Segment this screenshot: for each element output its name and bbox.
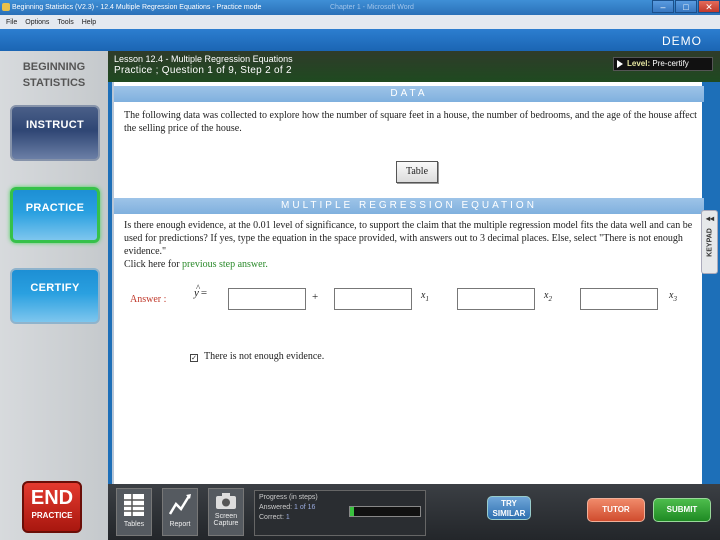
progress-bar-fill bbox=[350, 507, 355, 516]
x3-label: x3 bbox=[669, 290, 677, 303]
progress-title: Progress (in steps) bbox=[259, 494, 318, 501]
menu-bar: File Options Tools Help bbox=[0, 15, 720, 29]
end-practice-button[interactable]: END PRACTICE bbox=[22, 481, 82, 533]
answered-value: 1 of 16 bbox=[294, 504, 316, 511]
screen-label-1: Screen bbox=[214, 513, 238, 520]
brand-logo: BEGINNING STATISTICS bbox=[0, 59, 108, 91]
camera-icon bbox=[216, 493, 236, 509]
trend-chart-icon bbox=[168, 494, 191, 515]
mode-label: DEMO bbox=[662, 34, 702, 48]
equation-section-header: MULTIPLE REGRESSION EQUATION bbox=[114, 198, 704, 214]
not-enough-evidence-label: There is not enough evidence. bbox=[204, 351, 325, 362]
intercept-input[interactable] bbox=[228, 288, 306, 310]
try-label: TRY bbox=[501, 499, 517, 508]
coef-x1-input[interactable] bbox=[334, 288, 412, 310]
menu-options[interactable]: Options bbox=[25, 19, 49, 26]
practice-button[interactable]: PRACTICE bbox=[10, 187, 100, 243]
content-panel: DATA The following data was collected to… bbox=[112, 82, 704, 484]
mode-strip: DEMO bbox=[0, 29, 720, 51]
table-button[interactable]: Table bbox=[396, 161, 438, 183]
play-icon bbox=[617, 60, 623, 68]
try-similar-button[interactable]: TRY SIMILAR bbox=[487, 496, 531, 520]
maximize-button[interactable]: □ bbox=[675, 0, 697, 13]
end-label: END bbox=[30, 487, 74, 509]
lesson-header: Lesson 12.4 - Multiple Regression Equati… bbox=[108, 51, 720, 82]
screen-capture-tool-button[interactable]: Screen Capture bbox=[208, 488, 244, 536]
correct-label: Correct: bbox=[259, 514, 284, 521]
data-description: The following data was collected to expl… bbox=[124, 110, 697, 134]
lesson-progress: Practice ; Question 1 of 9, Step 2 of 2 bbox=[114, 65, 292, 76]
question-text: Is there enough evidence, at the 0.01 le… bbox=[124, 219, 702, 271]
progress-bar bbox=[349, 506, 421, 517]
not-enough-evidence-checkbox[interactable]: ✓ bbox=[190, 354, 198, 362]
not-enough-evidence-option[interactable]: ✓ There is not enough evidence. bbox=[190, 351, 324, 362]
answered-label: Answered: bbox=[259, 504, 293, 511]
brand-line2: STATISTICS bbox=[22, 77, 86, 89]
keypad-label: KEYPAD bbox=[706, 228, 714, 257]
plus-sign: + bbox=[312, 291, 319, 303]
answer-label: Answer : bbox=[130, 294, 167, 305]
window-titlebar: Beginning Statistics (V2.3) - 12.4 Multi… bbox=[0, 0, 720, 15]
end-sublabel: PRACTICE bbox=[31, 511, 73, 520]
similar-label: SIMILAR bbox=[492, 509, 526, 518]
click-prefix: Click here for bbox=[124, 259, 183, 270]
window-title: Beginning Statistics (V2.3) - 12.4 Multi… bbox=[12, 4, 262, 11]
table-grid-icon bbox=[124, 494, 144, 516]
question-body: Is there enough evidence, at the 0.01 le… bbox=[124, 220, 693, 257]
app-icon bbox=[2, 3, 10, 11]
ghost-window-title: Chapter 1 - Microsoft Word bbox=[330, 4, 414, 11]
equals-glyph: = bbox=[200, 287, 208, 299]
progress-panel: Progress (in steps) Answered: 1 of 16 Co… bbox=[254, 490, 426, 536]
certify-button[interactable]: CERTIFY bbox=[10, 268, 100, 324]
close-button[interactable]: ✕ bbox=[698, 0, 720, 13]
level-label: Level: bbox=[627, 59, 651, 68]
x2-label: x2 bbox=[544, 290, 552, 303]
screen-label-2: Capture bbox=[213, 520, 239, 527]
x1-label: x1 bbox=[421, 290, 429, 303]
level-indicator[interactable]: Level: Pre-certify bbox=[613, 57, 713, 71]
instruct-button[interactable]: INSTRUCT bbox=[10, 105, 100, 161]
coef-x2-input[interactable] bbox=[457, 288, 535, 310]
submit-button[interactable]: SUBMIT bbox=[653, 498, 711, 522]
yhat-symbol: ^ y = bbox=[194, 283, 208, 299]
lesson-title: Lesson 12.4 - Multiple Regression Equati… bbox=[114, 54, 293, 64]
level-value: Pre-certify bbox=[652, 59, 689, 68]
report-tool-button[interactable]: Report bbox=[162, 488, 198, 536]
menu-tools[interactable]: Tools bbox=[57, 19, 73, 26]
minimize-button[interactable]: – bbox=[652, 0, 674, 13]
tables-tool-button[interactable]: Tables bbox=[116, 488, 152, 536]
previous-step-link[interactable]: previous step answer. bbox=[182, 259, 268, 270]
correct-value: 1 bbox=[285, 514, 290, 521]
tutor-button[interactable]: TUTOR bbox=[587, 498, 645, 522]
keypad-tab[interactable]: ◂◂ KEYPAD bbox=[701, 210, 718, 274]
data-section-header: DATA bbox=[114, 86, 704, 102]
coef-x3-input[interactable] bbox=[580, 288, 658, 310]
menu-help[interactable]: Help bbox=[82, 19, 96, 26]
menu-file[interactable]: File bbox=[6, 19, 17, 26]
brand-line1: BEGINNING bbox=[22, 61, 86, 73]
sidebar: BEGINNING STATISTICS INSTRUCT PRACTICE C… bbox=[0, 51, 108, 540]
report-label: Report bbox=[169, 521, 191, 528]
hat-glyph: ^ bbox=[196, 283, 201, 293]
tables-label: Tables bbox=[123, 521, 145, 528]
